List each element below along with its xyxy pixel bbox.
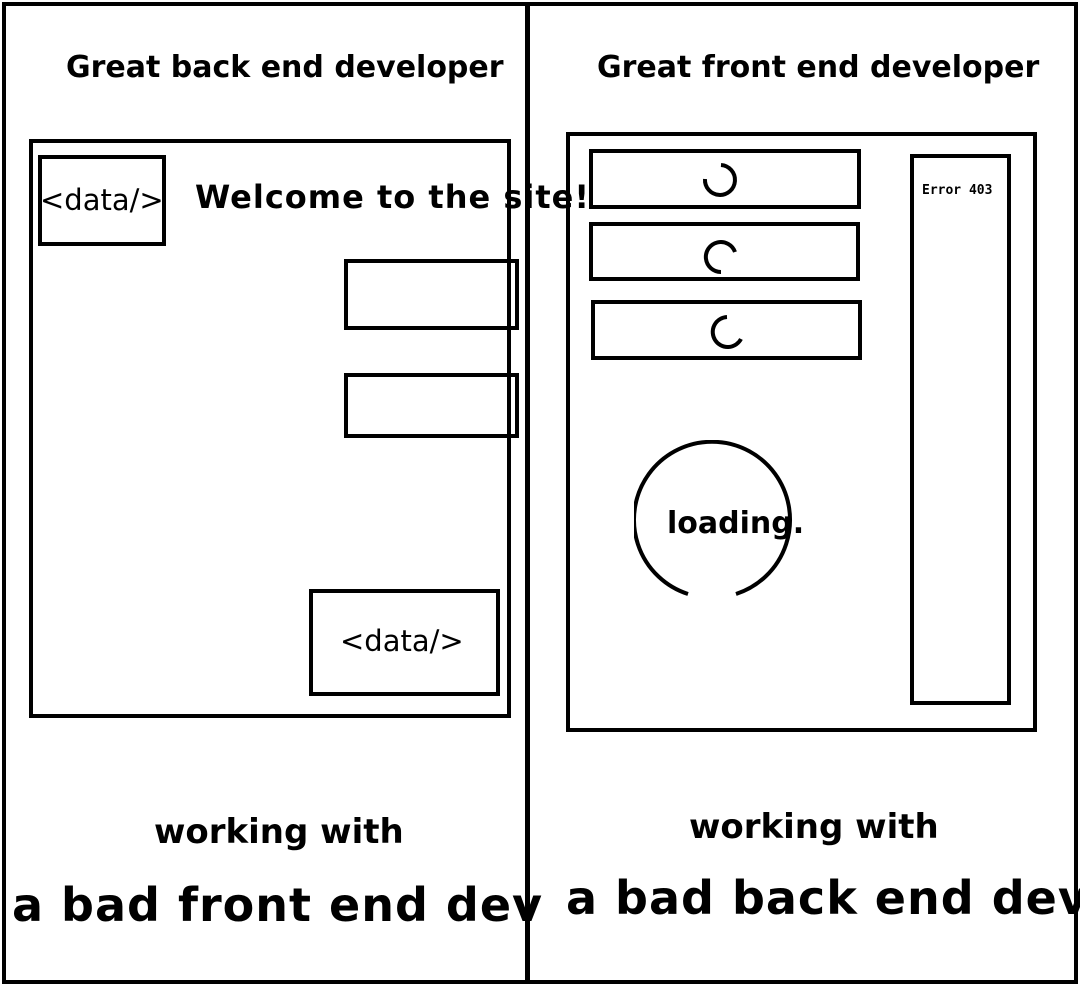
empty-box-1[interactable] (344, 259, 519, 330)
spinner-icon (710, 315, 743, 349)
empty-box-2[interactable] (344, 373, 519, 438)
welcome-text: Welcome to the site! (195, 178, 590, 216)
data-tag-top: <data/> (40, 183, 164, 217)
right-caption-small: working with (689, 807, 939, 847)
error-text: Error 403 (922, 183, 993, 198)
left-caption-big: a bad front end dev (12, 878, 544, 932)
error-sidebar (910, 154, 1011, 705)
data-tag-bottom: <data/> (340, 624, 464, 658)
right-heading: Great front end developer (597, 50, 1040, 85)
spinner-icon (702, 163, 737, 197)
loading-text: loading. (667, 506, 805, 541)
left-caption-small: working with (154, 812, 404, 852)
right-caption-big: a bad back end dev (566, 871, 1080, 925)
left-heading: Great back end developer (66, 50, 504, 85)
spinner-icon (703, 240, 737, 275)
